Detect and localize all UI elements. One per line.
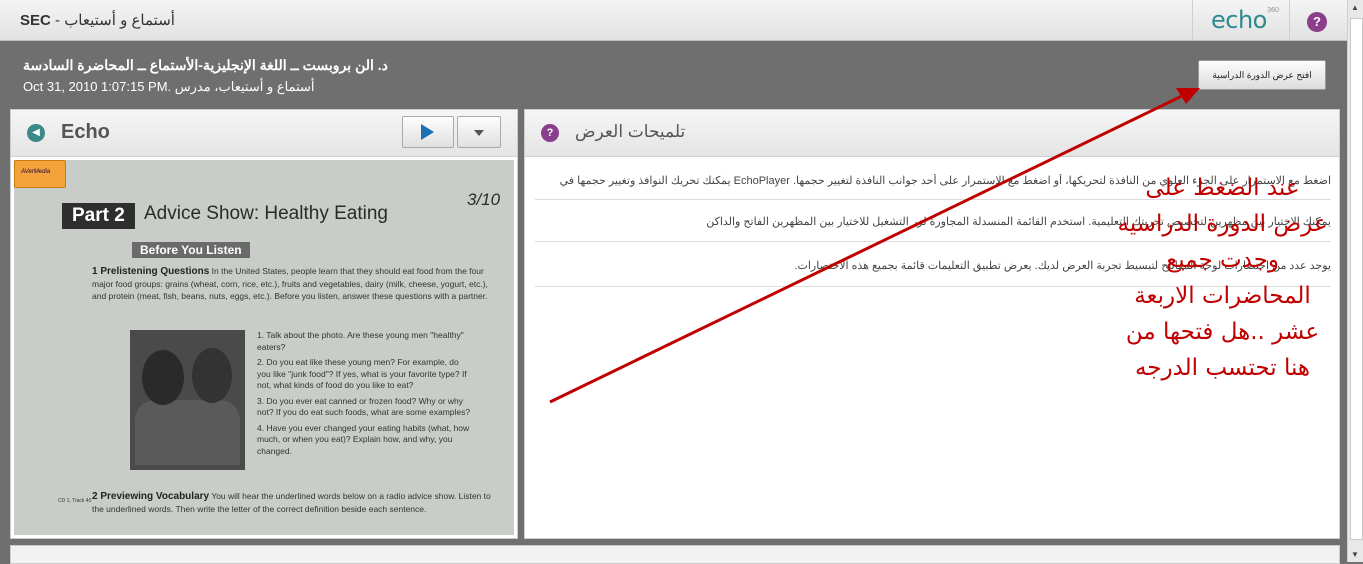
- annotation-line: هنا تحتسب الدرجه: [1134, 355, 1311, 381]
- annotation-line: عشر ..هل فتحها من: [1125, 319, 1320, 345]
- annotation-line: عرض الدورة الدراسيه: [1117, 211, 1328, 237]
- scroll-thumb[interactable]: [1350, 18, 1363, 540]
- annotation-line: وجدت جميع: [1165, 247, 1280, 273]
- scroll-down-arrow-icon[interactable]: ▼: [1351, 550, 1359, 559]
- annotation-text: عند الضغط على عرض الدورة الدراسيه وجدت ج…: [1105, 170, 1340, 386]
- scroll-up-arrow-icon[interactable]: ▲: [1351, 3, 1359, 12]
- arrow-line: [549, 94, 1183, 404]
- annotation-line: المحاضرات الاربعة: [1134, 283, 1311, 309]
- annotation-line: عند الضغط على: [1145, 175, 1300, 201]
- page-scrollbar[interactable]: ▲ ▼: [1347, 0, 1363, 562]
